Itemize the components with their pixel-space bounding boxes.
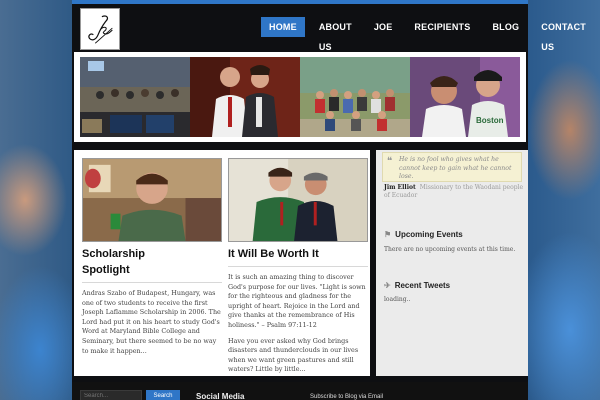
post-thumbnail[interactable] xyxy=(82,158,222,242)
post-excerpt-continued: Have you ever asked why God brings disas… xyxy=(228,336,359,374)
photo-two-young-men[interactable]: Boston xyxy=(410,57,520,137)
upcoming-events-heading: ⚑ Upcoming Events xyxy=(384,230,463,239)
svg-text:Boston: Boston xyxy=(476,116,504,125)
quote-text: He is no fool who gives what he cannot k… xyxy=(399,156,512,180)
nav-blog[interactable]: BLOG xyxy=(484,17,527,37)
photo-group-outdoors[interactable] xyxy=(300,57,410,137)
photo-two-friends[interactable] xyxy=(190,57,300,137)
bird-icon: ✈ xyxy=(384,281,391,290)
main-nav: HOME ABOUT US JOE RECIPIENTS BLOG CONTAC… xyxy=(261,17,600,52)
main-content: Scholarship Spotlight Andras Szabo of Bud… xyxy=(74,150,370,376)
post-excerpt: It is such an amazing thing to discover … xyxy=(228,273,366,329)
search-button[interactable]: Search xyxy=(146,390,180,400)
flag-icon: ⚑ xyxy=(384,230,392,239)
post-scholarship-spotlight: Scholarship Spotlight Andras Szabo of Bud… xyxy=(82,158,222,356)
sidebar: ❝ He is no fool who gives what he cannot… xyxy=(376,150,528,376)
footer: Search Social Media Subscribe to Blog vi… xyxy=(72,382,528,400)
recent-tweets-text: loading.. xyxy=(384,296,411,303)
nav-about-us[interactable]: ABOUT US xyxy=(311,17,360,52)
site-logo[interactable] xyxy=(80,8,120,50)
nav-joe[interactable]: JOE xyxy=(366,17,401,37)
nav-contact-us[interactable]: CONTACT US xyxy=(533,17,594,52)
photo-strip: Boston xyxy=(74,52,526,142)
post-thumbnail[interactable] xyxy=(228,158,368,242)
post-title[interactable]: Scholarship Spotlight xyxy=(82,246,222,283)
subscribe-heading: Subscribe to Blog via Email xyxy=(310,394,384,400)
quote-box: ❝ He is no fool who gives what he cannot… xyxy=(382,152,522,182)
quote-author: Jim Elliot xyxy=(384,184,416,191)
photo-classroom[interactable] xyxy=(80,57,190,137)
search-input[interactable] xyxy=(80,390,142,400)
page-frame: HOME ABOUT US JOE RECIPIENTS BLOG CONTAC… xyxy=(72,0,586,400)
top-accent-bar xyxy=(72,0,528,4)
quote-icon: ❝ xyxy=(387,156,393,167)
nav-home[interactable]: HOME xyxy=(261,17,305,37)
recent-tweets-heading: ✈ Recent Tweets xyxy=(384,281,451,290)
social-media-heading: Social Media xyxy=(196,392,245,400)
post-excerpt: Andras Szabo of Budapest, Hungary, was o… xyxy=(82,289,221,355)
post-title[interactable]: It Will Be Worth It xyxy=(228,246,368,267)
post-it-will-be-worth-it: It Will Be Worth It It is such an amazin… xyxy=(228,158,368,375)
quote-attribution: Jim Elliot Missionary to the Waodani peop… xyxy=(384,184,524,200)
upcoming-events-text: There are no upcoming events at this tim… xyxy=(384,246,516,253)
nav-recipients[interactable]: RECIPIENTS xyxy=(406,17,478,37)
